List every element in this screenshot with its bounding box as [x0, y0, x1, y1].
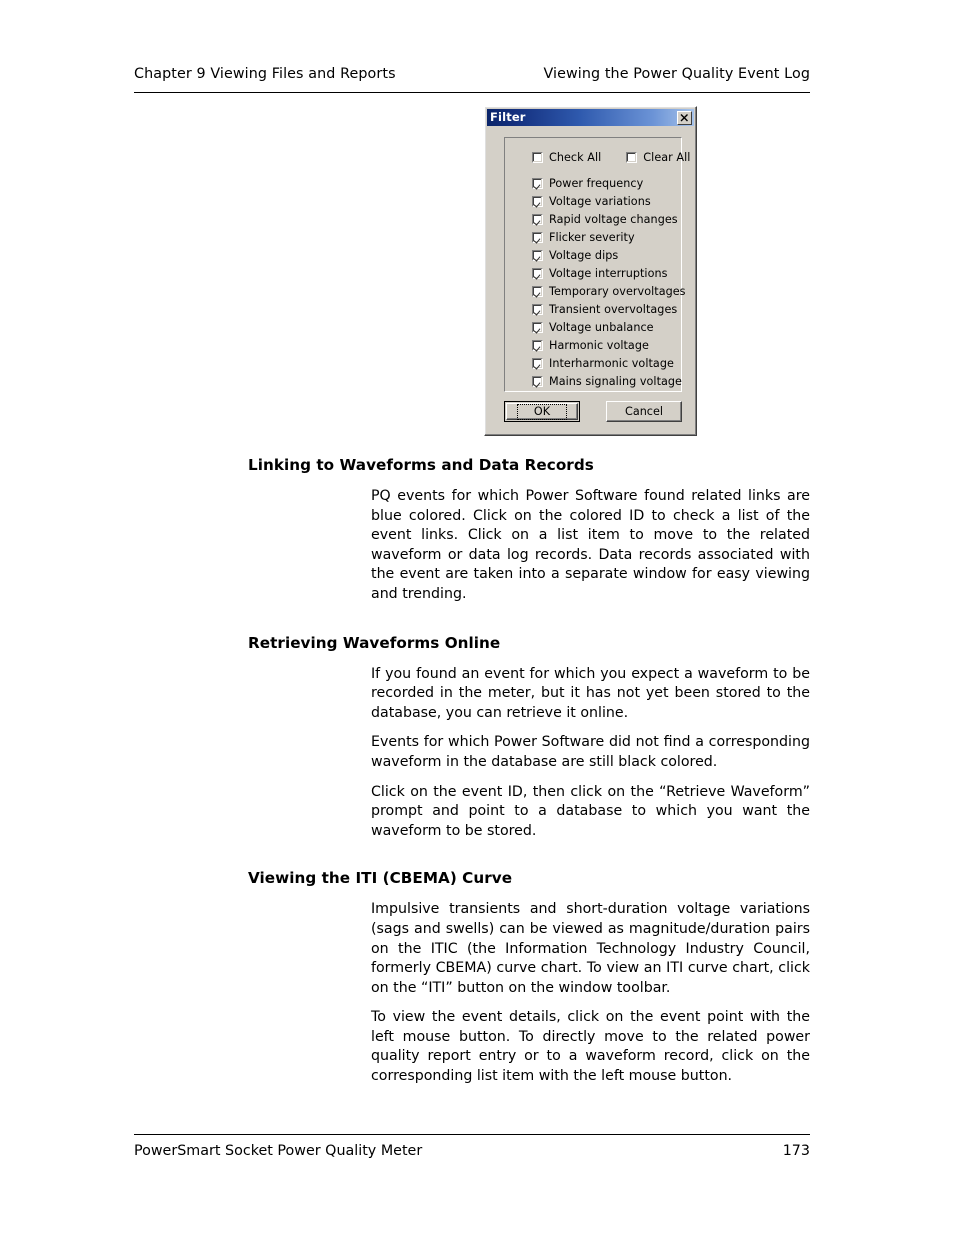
ok-button-label: OK — [516, 403, 568, 420]
checkbox-interharmonic-voltage[interactable]: Interharmonic voltage — [532, 354, 686, 372]
checkbox-harmonic-voltage[interactable]: Harmonic voltage — [532, 336, 686, 354]
checkbox-label: Harmonic voltage — [549, 338, 649, 352]
checkbox-box-icon[interactable] — [532, 231, 543, 243]
paragraph: To view the event details, click on the … — [371, 1009, 810, 1085]
section-body: PQ events for which Power Software found… — [371, 487, 810, 605]
checkbox-label: Power frequency — [549, 176, 644, 190]
checkbox-check-all[interactable]: Check All — [532, 148, 601, 166]
paragraph: PQ events for which Power Software found… — [371, 488, 810, 602]
checkbox-transient-overvoltages[interactable]: Transient overvoltages — [532, 300, 686, 318]
checkbox-label: Voltage variations — [549, 194, 651, 208]
checkbox-box-icon[interactable] — [532, 267, 543, 279]
checkbox-box-icon[interactable] — [532, 285, 543, 297]
checkbox-box-icon[interactable] — [532, 303, 543, 315]
section-body: Impulsive transients and short-duration … — [371, 900, 810, 1086]
paragraph: Events for which Power Software did not … — [371, 734, 810, 770]
checkbox-label: Interharmonic voltage — [549, 356, 674, 370]
checkbox-voltage-unbalance[interactable]: Voltage unbalance — [532, 318, 686, 336]
checkbox-label: Clear All — [643, 150, 691, 164]
ok-button[interactable]: OK — [504, 401, 580, 422]
filter-checkbox-list: Power frequency Voltage variations Rapid… — [532, 174, 686, 390]
dialog-titlebar[interactable]: Filter — [487, 109, 694, 126]
page-footer: PowerSmart Socket Power Quality Meter 17… — [134, 1134, 810, 1160]
paragraph: If you found an event for which you expe… — [371, 665, 810, 721]
checkbox-flicker-severity[interactable]: Flicker severity — [532, 228, 686, 246]
section-retrieving-waveforms-online: Retrieving Waveforms Online If you found… — [248, 633, 810, 842]
checkbox-voltage-variations[interactable]: Voltage variations — [532, 192, 686, 210]
filter-groupbox: Check All Clear All Power frequency Volt… — [504, 137, 690, 392]
checkbox-box-icon[interactable] — [532, 375, 543, 387]
footer-product-name: PowerSmart Socket Power Quality Meter — [134, 1143, 423, 1159]
checkbox-label: Voltage dips — [549, 248, 619, 262]
checkbox-voltage-interruptions[interactable]: Voltage interruptions — [532, 264, 686, 282]
close-x-glyph — [680, 113, 688, 121]
dialog-title: Filter — [490, 110, 526, 124]
page-number: 173 — [782, 1143, 810, 1159]
page-header: Chapter 9 Viewing Files and Reports View… — [134, 66, 810, 93]
checkbox-box-icon[interactable] — [532, 321, 543, 333]
checkbox-label: Voltage interruptions — [549, 266, 668, 280]
checkbox-label: Transient overvoltages — [549, 302, 678, 316]
checkbox-box-icon[interactable] — [626, 151, 638, 163]
checkbox-rapid-voltage-changes[interactable]: Rapid voltage changes — [532, 210, 686, 228]
section-heading: Retrieving Waveforms Online — [248, 633, 501, 652]
checkbox-box-icon[interactable] — [532, 249, 543, 261]
checkbox-voltage-dips[interactable]: Voltage dips — [532, 246, 686, 264]
section-heading: Linking to Waveforms and Data Records — [248, 456, 594, 474]
cancel-button[interactable]: Cancel — [606, 401, 682, 422]
close-icon[interactable] — [677, 110, 692, 125]
checkbox-box-icon[interactable] — [532, 339, 543, 351]
checkbox-box-icon[interactable] — [532, 357, 543, 369]
ok-button-inner: OK — [506, 403, 578, 420]
checkbox-label: Check All — [549, 150, 602, 164]
section-linking-to-waveforms: Linking to Waveforms and Data Records PQ… — [248, 455, 810, 605]
checkbox-box-icon[interactable] — [532, 213, 543, 225]
section-heading: Viewing the ITI (CBEMA) Curve — [248, 869, 513, 888]
checkbox-power-frequency[interactable]: Power frequency — [532, 174, 686, 192]
paragraph: Click on the event ID, then click on the… — [371, 783, 810, 839]
filter-dialog: Filter Check All Clear All Power frequen… — [484, 106, 697, 436]
checkbox-label: Rapid voltage changes — [549, 212, 678, 226]
select-all-row: Check All Clear All — [532, 148, 690, 166]
checkbox-temporary-overvoltages[interactable]: Temporary overvoltages — [532, 282, 686, 300]
checkbox-label: Voltage unbalance — [549, 320, 654, 334]
dialog-button-row: OK Cancel — [504, 401, 682, 422]
cancel-button-label: Cancel — [625, 405, 663, 418]
checkbox-box-icon[interactable] — [532, 195, 543, 207]
document-body: Linking to Waveforms and Data Records PQ… — [248, 455, 810, 1087]
header-chapter-title: Chapter 9 Viewing Files and Reports — [134, 66, 396, 82]
checkbox-label: Temporary overvoltages — [549, 284, 686, 298]
checkbox-box-icon[interactable] — [532, 151, 543, 163]
section-viewing-iti-cbema-curve: Viewing the ITI (CBEMA) Curve Impulsive … — [248, 868, 810, 1086]
section-body: If you found an event for which you expe… — [371, 665, 810, 842]
checkbox-box-icon[interactable] — [532, 177, 543, 189]
paragraph: Impulsive transients and short-duration … — [371, 901, 810, 996]
checkbox-label: Flicker severity — [549, 230, 635, 244]
checkbox-mains-signaling-voltage[interactable]: Mains signaling voltage — [532, 372, 686, 390]
header-section-title: Viewing the Power Quality Event Log — [543, 66, 810, 82]
checkbox-clear-all[interactable]: Clear All — [626, 148, 690, 166]
checkbox-label: Mains signaling voltage — [549, 374, 682, 388]
